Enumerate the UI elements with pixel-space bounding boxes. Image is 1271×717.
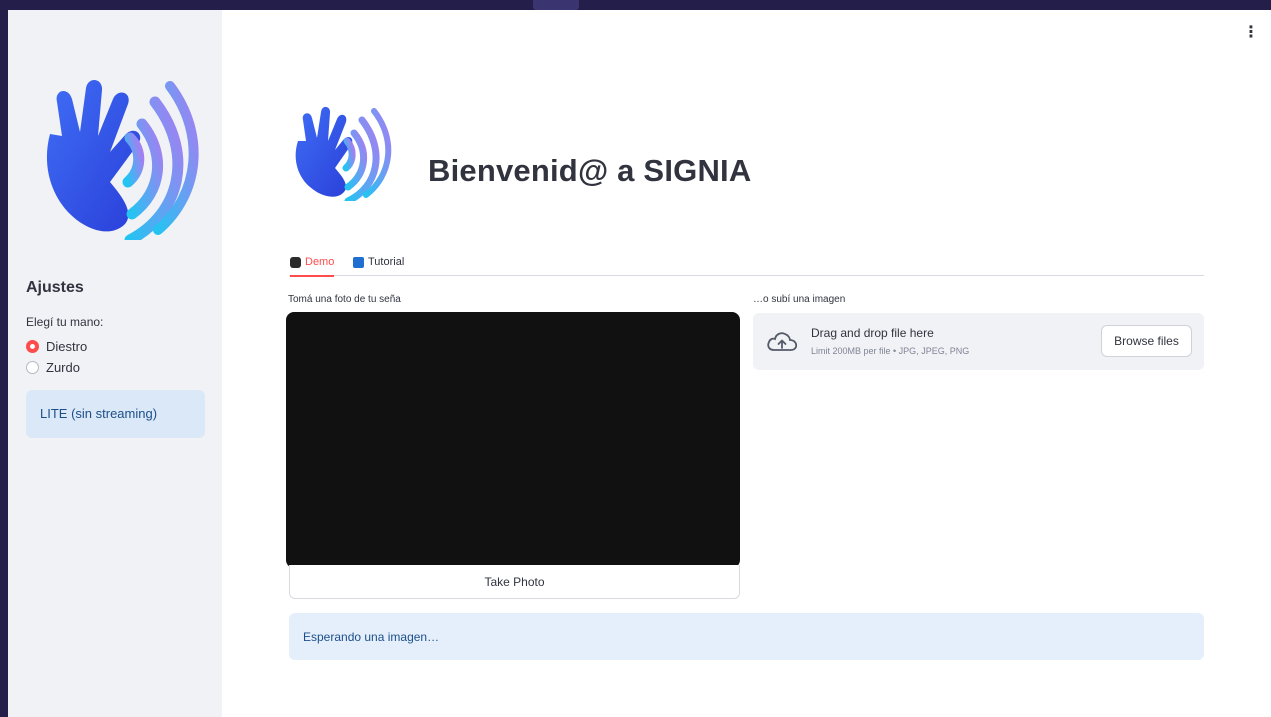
page-title: Bienvenid@ a SIGNIA — [428, 153, 752, 188]
tab-demo[interactable]: Demo — [290, 250, 335, 277]
radio-diestro[interactable]: Diestro — [26, 339, 87, 354]
tab-bar: Demo Tutorial — [289, 248, 1204, 277]
file-dropzone[interactable]: Drag and drop file here Limit 200MB per … — [753, 313, 1204, 370]
dropzone-limit: Limit 200MB per file • JPG, JPEG, PNG — [811, 346, 970, 356]
window-top-handle — [533, 0, 579, 10]
tab-label: Tutorial — [368, 256, 405, 268]
book-icon — [353, 256, 364, 268]
signia-logo-icon — [295, 106, 392, 201]
status-message: Esperando una imagen… — [289, 613, 1204, 660]
radio-label: Zurdo — [46, 360, 80, 375]
signia-logo-icon — [46, 79, 199, 240]
tab-label: Demo — [305, 256, 335, 268]
browse-files-button[interactable]: Browse files — [1101, 325, 1192, 357]
app-window: Ajustes Elegí tu mano: Diestro Zurdo LIT… — [8, 10, 1271, 717]
mode-info-box: LITE (sin streaming) — [26, 390, 205, 438]
camera-preview — [286, 312, 740, 568]
take-photo-button[interactable]: Take Photo — [289, 565, 740, 599]
vertical-ellipsis-icon[interactable]: ⋮ — [1243, 25, 1259, 41]
hand-select-label: Elegí tu mano: — [26, 315, 104, 329]
sidebar: Ajustes Elegí tu mano: Diestro Zurdo LIT… — [8, 10, 222, 717]
radio-label: Diestro — [46, 339, 88, 354]
tab-tutorial[interactable]: Tutorial — [353, 250, 404, 274]
dropzone-title: Drag and drop file here — [811, 326, 934, 340]
radio-zurdo[interactable]: Zurdo — [26, 360, 80, 375]
radio-checked-icon[interactable] — [26, 340, 39, 353]
camera-label: Tomá una foto de tu seña — [288, 294, 401, 305]
camera-icon — [290, 256, 301, 268]
cloud-upload-icon — [767, 332, 798, 351]
radio-unchecked-icon[interactable] — [26, 361, 39, 374]
settings-title: Ajustes — [26, 279, 84, 296]
upload-label: …o subí una imagen — [753, 294, 846, 305]
